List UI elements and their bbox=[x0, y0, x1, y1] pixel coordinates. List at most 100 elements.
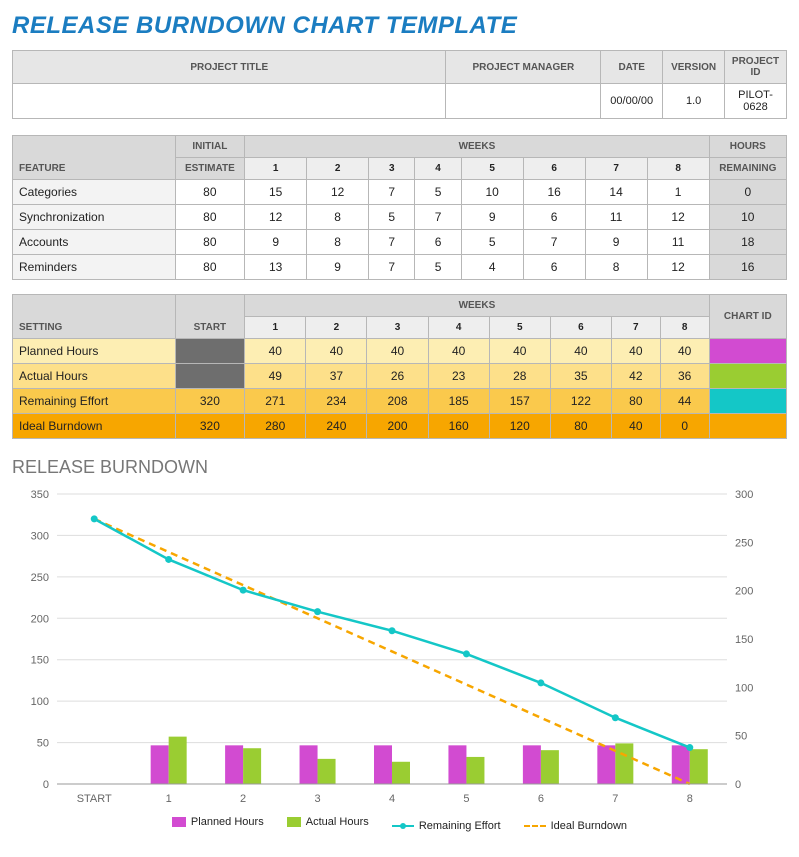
cell: 40 bbox=[245, 339, 306, 364]
cell: 15 bbox=[245, 180, 307, 205]
cell: 9 bbox=[461, 205, 523, 230]
project-info-table: PROJECT TITLE PROJECT MANAGER DATE VERSI… bbox=[12, 50, 787, 119]
value-project-id[interactable]: PILOT-0628 bbox=[725, 84, 787, 119]
cell: 12 bbox=[647, 255, 709, 280]
chart-title: RELEASE BURNDOWN bbox=[12, 457, 787, 478]
feature-table: FEATURE INITIAL WEEKS HOURS ESTIMATE 1 2… bbox=[12, 135, 787, 280]
label-initial-2: ESTIMATE bbox=[175, 158, 245, 180]
legend-ideal: Ideal Burndown bbox=[524, 820, 627, 832]
label-date: DATE bbox=[601, 51, 663, 84]
cell: 80 bbox=[550, 414, 611, 439]
svg-text:250: 250 bbox=[735, 537, 753, 549]
chart-legend: Planned Hours Actual Hours Remaining Eff… bbox=[12, 816, 787, 832]
cell: 5 bbox=[415, 180, 461, 205]
legend-planned: Planned Hours bbox=[172, 816, 264, 828]
legend-label: Actual Hours bbox=[306, 816, 369, 828]
label-start: START bbox=[175, 295, 245, 339]
cell: 7 bbox=[523, 230, 585, 255]
cell: 16 bbox=[523, 180, 585, 205]
square-icon bbox=[172, 817, 186, 827]
cell: 8 bbox=[585, 255, 647, 280]
cell: 26 bbox=[367, 364, 428, 389]
col-week: 6 bbox=[550, 317, 611, 339]
cell: 44 bbox=[660, 389, 709, 414]
label-version: VERSION bbox=[663, 51, 725, 84]
legend-actual: Actual Hours bbox=[287, 816, 369, 828]
label-setting: SETTING bbox=[13, 295, 176, 339]
cell: 40 bbox=[611, 339, 660, 364]
swatch-remain bbox=[709, 389, 786, 414]
cell: 14 bbox=[585, 180, 647, 205]
hours-remaining: 16 bbox=[709, 255, 786, 280]
cell: 185 bbox=[428, 389, 489, 414]
setting-name: Planned Hours bbox=[13, 339, 176, 364]
cell: 28 bbox=[489, 364, 550, 389]
svg-text:200: 200 bbox=[735, 586, 753, 598]
cell: 12 bbox=[307, 180, 369, 205]
cell: 11 bbox=[647, 230, 709, 255]
setting-name: Ideal Burndown bbox=[13, 414, 176, 439]
svg-text:300: 300 bbox=[735, 489, 753, 501]
svg-text:350: 350 bbox=[31, 489, 49, 501]
col-week: 4 bbox=[428, 317, 489, 339]
cell: 157 bbox=[489, 389, 550, 414]
cell: 122 bbox=[550, 389, 611, 414]
cell: 80 bbox=[175, 205, 245, 230]
cell: 40 bbox=[428, 339, 489, 364]
actual-start bbox=[175, 364, 245, 389]
svg-text:300: 300 bbox=[31, 530, 49, 542]
cell: 12 bbox=[647, 205, 709, 230]
col-week: 1 bbox=[245, 158, 307, 180]
label-project-id: PROJECT ID bbox=[725, 51, 787, 84]
col-week: 3 bbox=[367, 317, 428, 339]
cell: 49 bbox=[245, 364, 306, 389]
value-project-manager[interactable] bbox=[446, 84, 601, 119]
value-version[interactable]: 1.0 bbox=[663, 84, 725, 119]
svg-text:2: 2 bbox=[240, 793, 246, 805]
hours-remaining: 10 bbox=[709, 205, 786, 230]
line-icon bbox=[392, 825, 414, 827]
cell: 271 bbox=[245, 389, 306, 414]
cell: 6 bbox=[415, 230, 461, 255]
cell: 208 bbox=[367, 389, 428, 414]
swatch-planned bbox=[709, 339, 786, 364]
value-date[interactable]: 00/00/00 bbox=[601, 84, 663, 119]
svg-text:6: 6 bbox=[538, 793, 544, 805]
cell: 7 bbox=[369, 230, 415, 255]
feature-name: Reminders bbox=[13, 255, 176, 280]
col-week: 4 bbox=[415, 158, 461, 180]
setting-name: Remaining Effort bbox=[13, 389, 176, 414]
cell: 160 bbox=[428, 414, 489, 439]
cell: 5 bbox=[369, 205, 415, 230]
cell: 42 bbox=[611, 364, 660, 389]
cell: 40 bbox=[306, 339, 367, 364]
cell: 40 bbox=[660, 339, 709, 364]
cell: 6 bbox=[523, 255, 585, 280]
svg-text:150: 150 bbox=[31, 655, 49, 667]
cell: 0 bbox=[660, 414, 709, 439]
table-row: Synchronization801285796111210 bbox=[13, 205, 787, 230]
feature-name: Synchronization bbox=[13, 205, 176, 230]
cell: 80 bbox=[175, 255, 245, 280]
col-week: 2 bbox=[306, 317, 367, 339]
value-project-title[interactable] bbox=[13, 84, 446, 119]
label-initial-1: INITIAL bbox=[175, 136, 245, 158]
svg-text:3: 3 bbox=[314, 793, 320, 805]
col-week: 5 bbox=[489, 317, 550, 339]
row-actual: Actual Hours 49 37 26 23 28 35 42 36 bbox=[13, 364, 787, 389]
cell: 4 bbox=[461, 255, 523, 280]
swatch-ideal bbox=[709, 414, 786, 439]
legend-label: Planned Hours bbox=[191, 816, 264, 828]
cell: 9 bbox=[585, 230, 647, 255]
hours-remaining: 0 bbox=[709, 180, 786, 205]
cell: 80 bbox=[175, 230, 245, 255]
col-week: 1 bbox=[245, 317, 306, 339]
label-chart-id: CHART ID bbox=[709, 295, 786, 339]
cell: 80 bbox=[611, 389, 660, 414]
cell: 9 bbox=[307, 255, 369, 280]
cell: 8 bbox=[307, 230, 369, 255]
cell: 13 bbox=[245, 255, 307, 280]
svg-text:5: 5 bbox=[463, 793, 469, 805]
col-week: 5 bbox=[461, 158, 523, 180]
ideal-start: 320 bbox=[175, 414, 245, 439]
